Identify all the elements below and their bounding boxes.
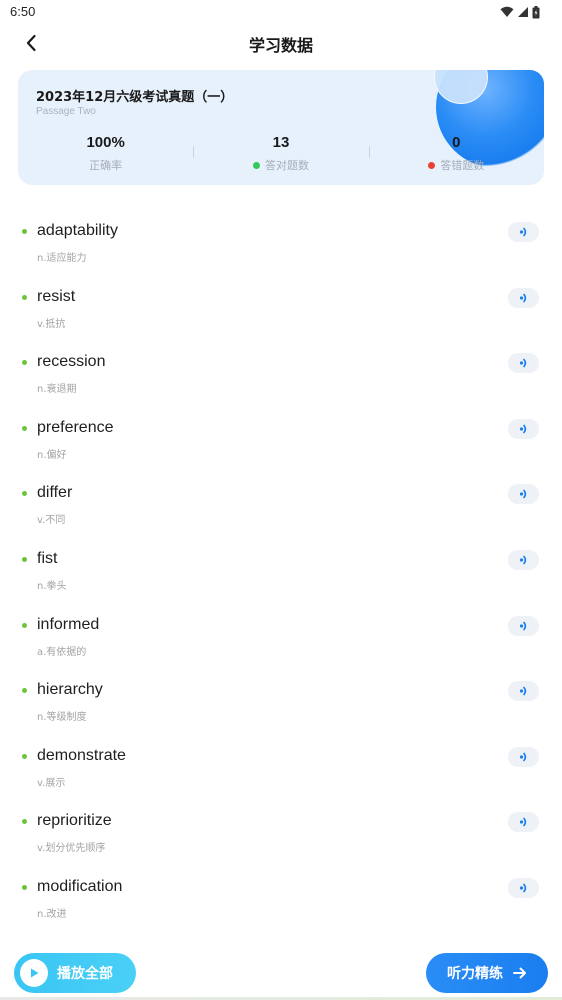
page-title: 学习数据 [248, 36, 313, 55]
divider [368, 146, 370, 158]
pronounce-button[interactable] [508, 877, 539, 898]
stat-wrong: 0 答错题数 [368, 134, 544, 174]
word-meaning: v.展示 [37, 777, 66, 789]
bullet-dot [22, 688, 27, 694]
word-meaning: v.抵抗 [37, 318, 66, 330]
bottom-action-bar: 播放全部 听力精练 [0, 945, 562, 1000]
bullet-dot [22, 819, 27, 825]
status-bar: 6:50 [0, 0, 562, 24]
pronounce-button[interactable] [508, 549, 539, 570]
pronounce-button[interactable] [508, 418, 539, 439]
exam-title: 2023年12月六级考试真题（一） [36, 90, 234, 105]
stat-value: 13 [272, 134, 290, 151]
speaker-icon [519, 883, 526, 893]
pronounce-button[interactable] [508, 287, 539, 308]
word-meaning: n.偏好 [37, 449, 67, 461]
play-all-label: 播放全部 [57, 966, 113, 982]
stats-row: 100% 正确率 13 答对题数 0 答错题数 [18, 134, 544, 174]
word-meaning: n.适应能力 [37, 253, 87, 264]
stat-value: 100% [86, 134, 125, 151]
list-item: hierarchy n.等级制度 [0, 673, 562, 739]
signal-icon [518, 7, 528, 17]
bullet-dot [22, 229, 27, 234]
pronounce-button[interactable] [508, 681, 539, 702]
word-text: adaptability [37, 222, 118, 239]
word-meaning: n.拳头 [37, 580, 67, 592]
stat-label: 正确率 [89, 159, 123, 172]
list-item: fist n.拳头 [0, 542, 562, 608]
list-item: differ v.不同 [0, 476, 562, 542]
divider [193, 146, 195, 158]
speaker-icon [519, 817, 526, 827]
bullet-dot [22, 622, 27, 628]
speaker-icon [519, 358, 526, 368]
speaker-icon [519, 621, 526, 630]
word-text: recession [37, 353, 106, 371]
nav-bar: 学习数据 [0, 24, 562, 62]
word-text: differ [37, 484, 73, 502]
word-meaning: n.等级制度 [37, 712, 87, 724]
wrong-dot [428, 161, 436, 169]
pronounce-button[interactable] [508, 484, 539, 505]
passage-subtitle: Passage Two [36, 106, 96, 117]
pronounce-button[interactable] [508, 353, 539, 374]
word-text: modification [37, 877, 123, 895]
speaker-icon [519, 293, 526, 302]
list-item: demonstrate v.展示 [0, 739, 562, 805]
word-meaning: n.改进 [37, 908, 67, 920]
pronounce-button[interactable] [508, 615, 539, 636]
stat-label: 答对题数 [264, 159, 309, 172]
word-meaning: v.不同 [37, 515, 66, 527]
listening-practice-button[interactable]: 听力精练 [426, 953, 548, 993]
speaker-icon [519, 686, 526, 696]
correct-dot [252, 161, 260, 169]
word-meaning: a.有依据的 [37, 646, 87, 658]
speaker-icon [519, 752, 526, 762]
stat-correct: 13 答对题数 [193, 134, 368, 174]
speaker-icon [519, 424, 526, 434]
speaker-icon [519, 227, 526, 237]
list-item: informed a.有依据的 [0, 608, 562, 674]
pronounce-button[interactable] [508, 746, 539, 767]
bullet-dot [22, 491, 27, 497]
word-text: preference [37, 418, 114, 436]
word-text: resist [37, 287, 76, 305]
stat-label: 答错题数 [440, 159, 485, 172]
word-text: reprioritize [37, 812, 112, 830]
listening-practice-label: 听力精练 [447, 966, 503, 982]
word-text: informed [37, 615, 100, 633]
word-list: adaptability n.适应能力 resist v.抵抗 recession n… [0, 214, 562, 936]
list-item: resist v.抵抗 [0, 280, 562, 346]
list-item: adaptability n.适应能力 [0, 214, 562, 280]
status-icons [500, 4, 540, 20]
play-icon [31, 968, 39, 978]
summary-card: 2023年12月六级考试真题（一） Passage Two 100% 正确率 1… [18, 70, 544, 185]
list-item: preference n.偏好 [0, 411, 562, 477]
stat-value: 0 [452, 134, 461, 151]
bullet-dot [22, 753, 27, 759]
word-text: hierarchy [37, 681, 103, 699]
word-meaning: v.划分优先顺序 [37, 843, 106, 855]
word-text: demonstrate [37, 746, 126, 764]
speaker-icon [519, 555, 526, 565]
battery-icon [532, 5, 540, 18]
list-item: modification n.改进 [0, 870, 562, 936]
status-time: 6:50 [10, 4, 36, 19]
word-text: fist [37, 549, 58, 567]
arrow-right-icon [513, 967, 526, 979]
pronounce-button[interactable] [508, 222, 539, 242]
list-item: recession n.衰退期 [0, 345, 562, 411]
speaker-icon [519, 490, 526, 499]
bullet-dot [22, 425, 27, 431]
bullet-dot [22, 884, 27, 890]
pronounce-button[interactable] [508, 812, 539, 833]
bullet-dot [22, 294, 27, 300]
bullet-dot [22, 360, 27, 366]
list-item: reprioritize v.划分优先顺序 [0, 804, 562, 870]
wifi-icon [500, 6, 514, 17]
stat-accuracy: 100% 正确率 [18, 134, 193, 174]
play-all-button[interactable]: 播放全部 [14, 953, 136, 993]
bullet-dot [22, 556, 27, 562]
word-meaning: n.衰退期 [37, 384, 77, 396]
